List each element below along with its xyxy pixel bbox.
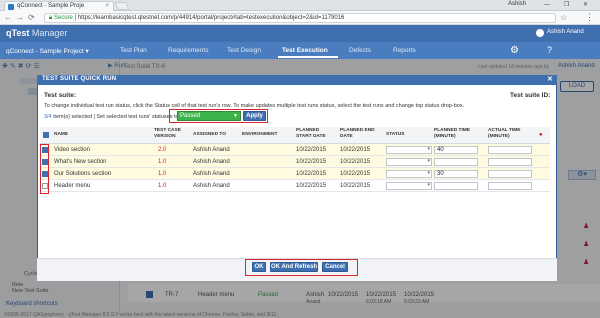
highlight-box [40, 144, 49, 194]
url-text: https://learnbasicqtest.qtestnet.com/p/4… [77, 15, 345, 21]
tab-reports[interactable]: Reports [393, 47, 416, 54]
selected-text: item(s) selected | Set selected test run… [53, 114, 179, 120]
suite-label: Test suite: [44, 92, 77, 99]
row-assigned: Ashish Anand [193, 183, 230, 189]
tab-test-design[interactable]: Test Design [227, 47, 261, 54]
row-assigned: Ashish Anand [193, 159, 230, 165]
browser-menu-icon[interactable]: ⋮ [585, 12, 594, 23]
col-assigned[interactable]: ASSIGNED TO [193, 132, 226, 138]
secure-label: Secure [53, 15, 73, 21]
row-start: 10/22/2015 [296, 147, 327, 153]
col-end[interactable]: PLANNED END DATE [340, 128, 378, 140]
browser-tab-title: qConnect - Sample Proje [17, 3, 85, 9]
actual-time-input[interactable] [488, 158, 532, 166]
row-assigned: Ashish Anand [193, 147, 230, 153]
col-actual[interactable]: ACTUAL TIME (MINUTE) [488, 128, 530, 140]
chevron-down-icon: ▾ [427, 170, 430, 176]
row-start: 10/22/2015 [296, 183, 327, 189]
highlight-box [169, 109, 268, 123]
selected-count: 3/4 [44, 114, 52, 120]
settings-gear-icon[interactable]: ⚙︎ [510, 45, 519, 56]
row-end: 10/22/2015 [340, 171, 371, 177]
select-all-checkbox[interactable] [43, 132, 49, 138]
close-icon[interactable]: ✕ [547, 75, 553, 83]
row-start: 10/22/2015 [296, 159, 327, 165]
row-name: What's New section [54, 159, 107, 165]
qtest-favicon-icon [8, 4, 14, 10]
row-start: 10/22/2015 [296, 171, 327, 177]
row-status-select[interactable]: ▾ [386, 170, 432, 178]
chevron-down-icon: ▾ [427, 146, 430, 152]
help-icon[interactable]: ? [547, 45, 552, 55]
actual-time-input[interactable] [488, 170, 532, 178]
browser-profile-name[interactable]: Ashish [508, 1, 526, 7]
planned-time-input[interactable] [434, 158, 478, 166]
url-field[interactable]: 🔒︎ Secure | https://learnbasicqtest.qtes… [44, 13, 556, 23]
planned-time-input[interactable]: 40 [434, 146, 478, 154]
app-logo: qTest Manager [6, 28, 68, 38]
col-start[interactable]: PLANNED START DATE [296, 128, 334, 140]
row-status-select[interactable]: ▾ [386, 158, 432, 166]
row-name: Video section [54, 147, 90, 153]
row-assigned: Ashish Anand [193, 171, 230, 177]
column-settings-icon[interactable]: ● [539, 132, 543, 138]
browser-tab[interactable]: qConnect - Sample Proje × [4, 1, 114, 11]
row-name: Header menu [54, 183, 91, 189]
row-version[interactable]: 1.0 [158, 181, 166, 191]
row-end: 10/22/2015 [340, 183, 371, 189]
row-status-select[interactable]: ▾ [386, 182, 432, 190]
row-version[interactable]: 1.0 [158, 157, 166, 167]
bookmark-star-icon[interactable]: ☆ [560, 13, 567, 22]
tab-test-plan[interactable]: Test Plan [120, 47, 147, 54]
row-end: 10/22/2015 [340, 147, 371, 153]
window-controls[interactable]: — ❐ ✕ [544, 1, 594, 8]
tab-defects[interactable]: Defects [349, 47, 371, 54]
row-version[interactable]: 1.0 [158, 169, 166, 179]
tab-test-execution[interactable]: Test Execution [282, 47, 328, 54]
close-tab-icon[interactable]: × [105, 2, 109, 11]
col-status[interactable]: STATUS [386, 132, 404, 138]
selection-summary: 3/4 item(s) selected | Set selected test… [44, 114, 179, 120]
actual-time-input[interactable] [488, 146, 532, 154]
col-name[interactable]: NAME [54, 132, 68, 138]
tab-requirements[interactable]: Requirements [168, 47, 208, 54]
row-end: 10/22/2015 [340, 159, 371, 165]
avatar[interactable] [536, 29, 544, 37]
planned-time-input[interactable]: 30 [434, 170, 478, 178]
col-planned[interactable]: PLANNED TIME (MINUTE) [434, 128, 482, 140]
chevron-down-icon: ▾ [427, 182, 430, 188]
planned-time-input[interactable] [434, 182, 478, 190]
project-selector[interactable]: qConnect - Sample Project ▾ [6, 47, 89, 55]
row-status-select[interactable]: ▾ [386, 146, 432, 154]
highlight-box [245, 259, 358, 276]
col-version[interactable]: TEST CASE VERSION [154, 128, 186, 140]
dialog-title: TEST SUITE QUICK RUN [42, 76, 117, 82]
row-name: Our Solutions section [54, 171, 112, 177]
active-tab-indicator [278, 56, 338, 58]
col-environment[interactable]: ENVIRONMENT [242, 132, 277, 138]
actual-time-input[interactable] [488, 182, 532, 190]
user-name[interactable]: Ashish Anand [547, 29, 584, 35]
new-tab-button[interactable] [114, 2, 130, 10]
app-header [0, 25, 600, 42]
suite-id-label: Test suite ID: [510, 92, 551, 99]
row-version[interactable]: 2.0 [158, 145, 166, 155]
nav-arrows-icon[interactable]: ←→⟳ [4, 13, 39, 22]
chevron-down-icon: ▾ [427, 158, 430, 164]
